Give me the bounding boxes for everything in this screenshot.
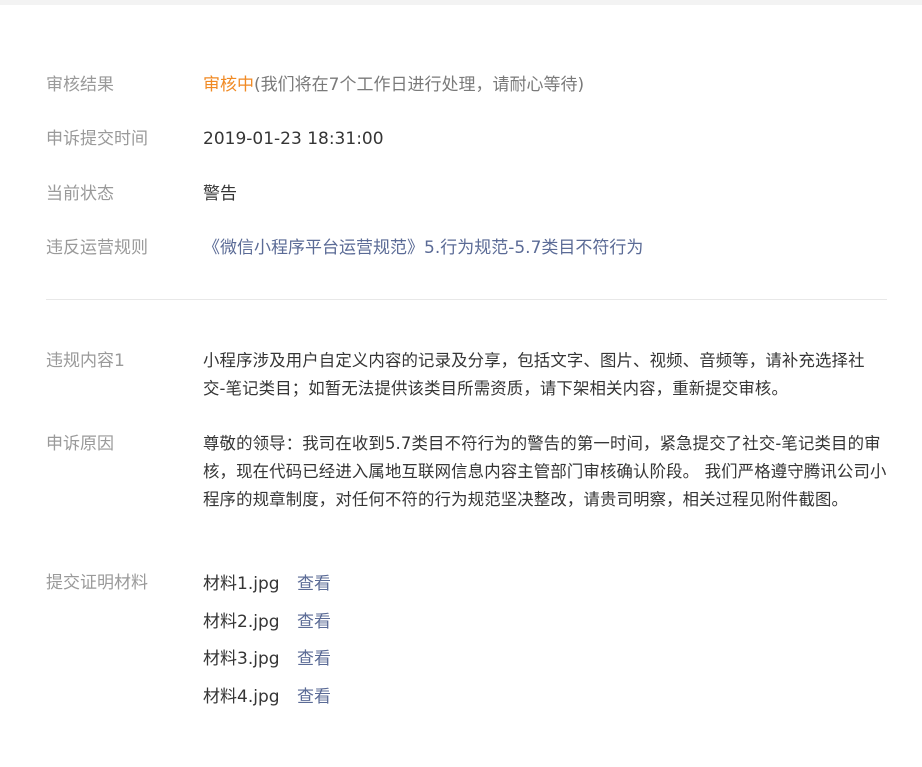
review-status: 审核中 [203, 75, 254, 95]
violation-content-row: 违规内容1 小程序涉及用户自定义内容的记录及分享，包括文字、图片、视频、音频等，… [46, 347, 887, 403]
review-result-row: 审核结果 审核中(我们将在7个工作日进行处理，请耐心等待) [46, 71, 584, 99]
view-material-link[interactable]: 查看 [297, 566, 331, 604]
violated-rule-label: 违反运营规则 [46, 238, 148, 258]
submit-time-value: 2019-01-23 18:31:00 [203, 129, 384, 149]
top-bar [0, 0, 922, 5]
material-file-name: 材料2.jpg [203, 611, 280, 632]
violation-content-text: 小程序涉及用户自定义内容的记录及分享，包括文字、图片、视频、音频等，请补充选择社… [203, 351, 865, 398]
materials-label: 提交证明材料 [46, 573, 148, 593]
appeal-reason-text: 尊敬的领导：我司在收到5.7类目不符行为的警告的第一时间，紧急提交了社交-笔记类… [203, 434, 887, 509]
material-item: 材料2.jpg 查看 [203, 604, 331, 642]
section-divider [46, 299, 887, 300]
material-item: 材料3.jpg 查看 [203, 641, 331, 679]
appeal-reason-label: 申诉原因 [46, 434, 114, 454]
submit-time-row: 申诉提交时间 2019-01-23 18:31:00 [46, 125, 384, 153]
current-state-row: 当前状态 警告 [46, 180, 237, 208]
material-file-name: 材料4.jpg [203, 687, 280, 708]
material-file-name: 材料1.jpg [203, 574, 280, 594]
materials-row: 提交证明材料 材料1.jpg 查看 材料2.jpg 查看 材料3.jpg 查看 … [46, 566, 331, 717]
view-material-link[interactable]: 查看 [297, 679, 331, 717]
view-material-link[interactable]: 查看 [297, 604, 331, 642]
view-material-link[interactable]: 查看 [297, 641, 331, 679]
review-result-value: 审核中(我们将在7个工作日进行处理，请耐心等待) [203, 71, 584, 99]
review-result-label: 审核结果 [46, 75, 114, 95]
violated-rule-link[interactable]: 《微信小程序平台运营规范》5.行为规范-5.7类目不符行为 [203, 238, 643, 258]
violated-rule-row: 违反运营规则 《微信小程序平台运营规范》5.行为规范-5.7类目不符行为 [46, 234, 643, 262]
material-item: 材料4.jpg 查看 [203, 679, 331, 717]
current-state-value: 警告 [203, 184, 237, 204]
materials-list: 材料1.jpg 查看 材料2.jpg 查看 材料3.jpg 查看 材料4.jpg… [203, 566, 331, 717]
submit-time-label: 申诉提交时间 [46, 129, 148, 149]
appeal-reason-row: 申诉原因 尊敬的领导：我司在收到5.7类目不符行为的警告的第一时间，紧急提交了社… [46, 430, 887, 514]
material-item: 材料1.jpg 查看 [203, 566, 331, 604]
material-file-name: 材料3.jpg [203, 649, 280, 670]
violation-content-label: 违规内容1 [46, 351, 125, 371]
current-state-label: 当前状态 [46, 184, 114, 204]
review-status-note: (我们将在7个工作日进行处理，请耐心等待) [254, 75, 585, 95]
